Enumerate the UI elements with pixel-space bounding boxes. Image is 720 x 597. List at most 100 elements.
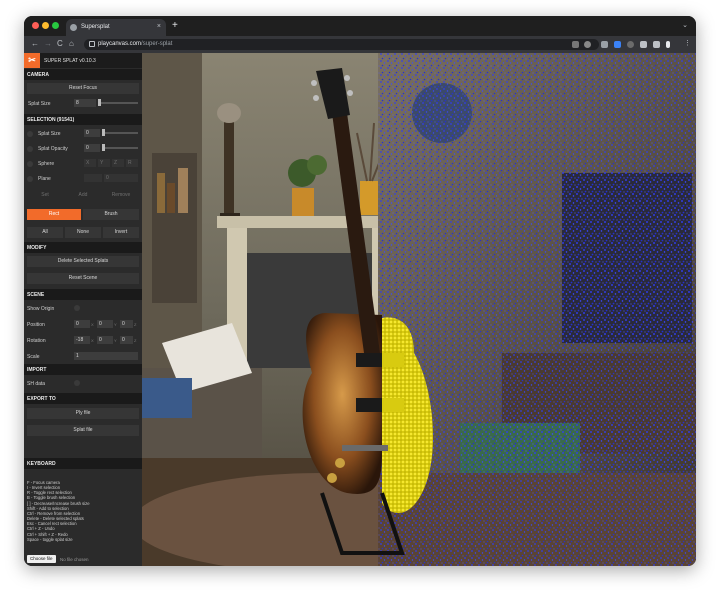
delete-selected-splats-button[interactable]: Delete Selected Splats: [27, 256, 139, 267]
bookmark-star-icon[interactable]: [584, 41, 591, 48]
plane-axis-select[interactable]: [84, 174, 102, 182]
scale-input[interactable]: 1: [74, 352, 138, 360]
splat-opacity-slider[interactable]: [102, 147, 138, 149]
axis-y-label: Y: [114, 338, 117, 343]
tab-close-icon[interactable]: ×: [157, 23, 161, 30]
selection-splat-size-handle[interactable]: [102, 129, 105, 136]
sphere-label: Sphere: [38, 161, 55, 167]
back-button[interactable]: ←: [31, 39, 39, 48]
puzzle-icon[interactable]: [640, 41, 647, 48]
lock-icon: [89, 41, 95, 47]
selection-splat-size-label: Splat Size: [38, 131, 61, 137]
extension-icon[interactable]: [614, 41, 621, 48]
browser-tab[interactable]: Supersplat ×: [66, 19, 166, 36]
plane-toggle[interactable]: [27, 176, 33, 182]
show-origin-toggle[interactable]: [74, 305, 80, 311]
axis-x-label: X: [91, 322, 94, 327]
address-bar[interactable]: playcanvas.com/super-splat: [84, 39, 599, 50]
profile-icon[interactable]: [666, 41, 670, 48]
invert-selection-button[interactable]: Invert: [103, 227, 139, 238]
splat-viewport-canvas[interactable]: [132, 53, 696, 566]
keyboard-shortcuts-list: F - Focus camera I - Invert selection R …: [27, 480, 139, 542]
reload-button[interactable]: C: [57, 39, 63, 48]
export-header[interactable]: EXPORT TO: [24, 393, 142, 404]
new-tab-button[interactable]: +: [172, 20, 178, 31]
splat-opacity-handle[interactable]: [102, 144, 105, 151]
position-label: Position: [27, 322, 45, 328]
url-text: playcanvas.com/super-splat: [98, 41, 173, 47]
scissors-logo-icon: ✂: [24, 53, 40, 68]
browser-titlebar: Supersplat × + ⌄: [24, 16, 696, 36]
minimize-window-icon[interactable]: [42, 22, 49, 29]
axis-y-label: Y: [114, 322, 117, 327]
selection-splat-size-toggle[interactable]: [27, 131, 33, 137]
scale-label: Scale: [27, 354, 40, 360]
favicon-icon: [70, 24, 77, 31]
reset-scene-button[interactable]: Reset Scene: [27, 273, 139, 284]
maximize-window-icon[interactable]: [52, 22, 59, 29]
plane-label: Plane: [38, 176, 51, 182]
show-origin-label: Show Origin: [27, 306, 55, 312]
app-title: SUPER SPLAT v0.10.3: [44, 58, 96, 64]
remove-selection-button[interactable]: Remove: [103, 190, 139, 201]
browser-window: Supersplat × + ⌄ ← → C ⌂ playcanvas.com/…: [24, 16, 696, 566]
share-icon[interactable]: [572, 41, 579, 48]
selection-splat-size-input[interactable]: 0: [84, 129, 100, 137]
plane-offset-input[interactable]: 0: [104, 174, 138, 182]
rotation-x-input[interactable]: -18: [74, 336, 90, 344]
choose-file-button[interactable]: Choose file: [27, 555, 56, 563]
sphere-x-input[interactable]: X: [84, 159, 96, 167]
rotation-label: Rotation: [27, 338, 46, 344]
selection-splat-size-slider[interactable]: [102, 132, 138, 134]
close-window-icon[interactable]: [32, 22, 39, 29]
extension-icon[interactable]: [627, 41, 634, 48]
keyboard-header[interactable]: KEYBOARD: [24, 458, 142, 469]
rect-select-button[interactable]: Rect: [27, 209, 81, 220]
splat-opacity-toggle[interactable]: [27, 146, 33, 152]
sphere-y-input[interactable]: Y: [98, 159, 110, 167]
splat-size-input[interactable]: 8: [74, 99, 96, 107]
position-y-input[interactable]: 0: [97, 320, 113, 328]
scene-header[interactable]: SCENE: [24, 289, 142, 300]
reset-focus-button[interactable]: Reset Focus: [27, 83, 139, 94]
panel-title-bar: ✂ SUPER SPLAT v0.10.3: [24, 53, 142, 68]
selection-header[interactable]: SELECTION (91541): [24, 114, 142, 125]
splat-opacity-input[interactable]: 0: [84, 144, 100, 152]
supersplat-app: ✂ SUPER SPLAT v0.10.3 CAMERA Reset Focus…: [24, 53, 696, 566]
select-none-button[interactable]: None: [65, 227, 101, 238]
browser-toolbar: ← → C ⌂ playcanvas.com/super-splat ⋮: [24, 36, 696, 53]
sidebar-icon[interactable]: [653, 41, 660, 48]
tab-title: Supersplat: [81, 24, 110, 30]
browser-menu-icon[interactable]: ⋮: [684, 39, 691, 47]
position-z-input[interactable]: 0: [120, 320, 133, 328]
sh-data-label: SH data: [27, 381, 46, 387]
splat-size-slider[interactable]: [98, 102, 138, 104]
sphere-toggle[interactable]: [27, 161, 33, 167]
home-button[interactable]: ⌂: [69, 39, 74, 48]
tab-search-icon[interactable]: ⌄: [682, 21, 688, 29]
rotation-y-input[interactable]: 0: [97, 336, 113, 344]
camera-header[interactable]: CAMERA: [24, 69, 142, 80]
sh-data-toggle[interactable]: [74, 380, 80, 386]
splat-opacity-label: Splat Opacity: [38, 146, 68, 152]
modify-header[interactable]: MODIFY: [24, 242, 142, 253]
select-all-button[interactable]: All: [27, 227, 63, 238]
file-status-text: No file chosen: [60, 557, 89, 562]
control-panel: ✂ SUPER SPLAT v0.10.3 CAMERA Reset Focus…: [24, 53, 142, 566]
axis-z-label: Z: [134, 322, 137, 327]
export-splat-button[interactable]: Splat file: [27, 425, 139, 436]
import-header[interactable]: IMPORT: [24, 364, 142, 375]
rotation-z-input[interactable]: 0: [120, 336, 133, 344]
extension-icon[interactable]: [601, 41, 608, 48]
splat-size-slider-handle[interactable]: [98, 99, 101, 106]
export-ply-button[interactable]: Ply file: [27, 408, 139, 419]
scene-render[interactable]: [132, 53, 696, 566]
sphere-z-input[interactable]: Z: [112, 159, 124, 167]
brush-select-button[interactable]: Brush: [83, 209, 139, 220]
sphere-radius-input[interactable]: R: [126, 159, 138, 167]
forward-button[interactable]: →: [44, 39, 52, 48]
position-x-input[interactable]: 0: [74, 320, 90, 328]
axis-z-label: Z: [134, 338, 137, 343]
set-selection-button[interactable]: Set: [27, 190, 63, 201]
add-selection-button[interactable]: Add: [65, 190, 101, 201]
